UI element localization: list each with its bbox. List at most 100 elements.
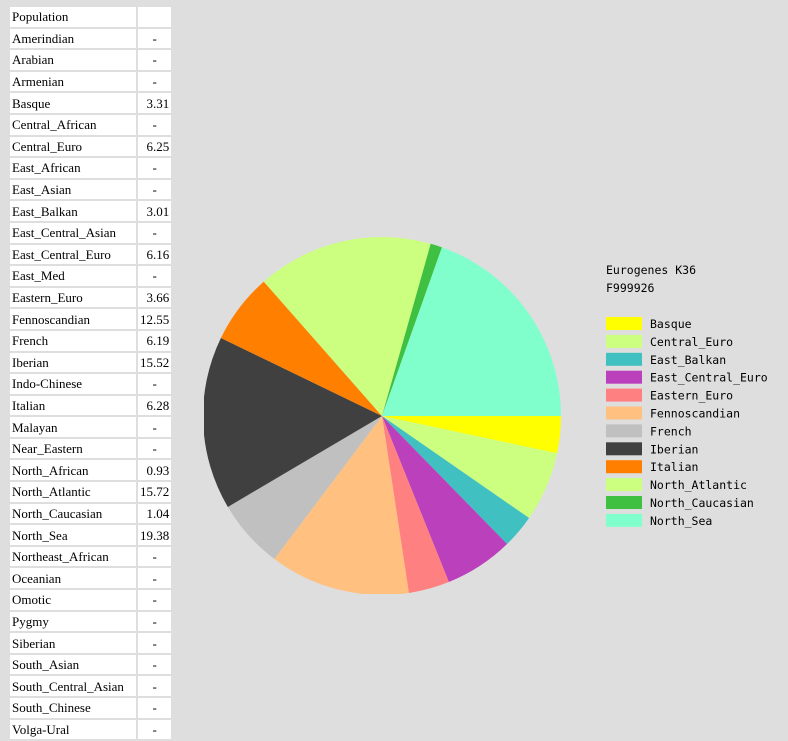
population-value: - bbox=[138, 28, 172, 49]
table-row: Eastern_Euro 3.66 bbox=[10, 287, 172, 308]
legend-label: Eastern_Euro bbox=[650, 389, 733, 403]
table-row: Italian 6.28 bbox=[10, 395, 172, 416]
population-name: North_African bbox=[10, 460, 136, 481]
pie-slices bbox=[204, 237, 561, 594]
table-row: Iberian 15.52 bbox=[10, 352, 172, 373]
header-population: Population bbox=[10, 7, 136, 27]
legend-label: Central_Euro bbox=[650, 335, 733, 349]
population-value: - bbox=[138, 676, 172, 696]
chart-legend: Basque Central_Euro East_Balkan East_Centra… bbox=[606, 317, 768, 528]
population-name: North_Sea bbox=[10, 525, 136, 545]
table-row: North_Sea 19.38 bbox=[10, 525, 172, 545]
chart-subtitle: F999926 bbox=[606, 281, 655, 295]
table-row: Armenian - bbox=[10, 71, 172, 92]
legend-swatch bbox=[606, 513, 642, 527]
table-row: South_Chinese - bbox=[10, 698, 172, 718]
population-value: - bbox=[138, 633, 172, 653]
table-row: North_African 0.93 bbox=[10, 460, 172, 481]
legend-swatch bbox=[606, 317, 642, 330]
population-value: - bbox=[138, 698, 172, 718]
table-row: Amerindian - bbox=[10, 28, 172, 49]
population-name: Amerindian bbox=[10, 28, 136, 49]
population-name: South_Asian bbox=[10, 654, 136, 675]
population-value: - bbox=[138, 719, 172, 740]
population-value: 6.16 bbox=[138, 244, 172, 265]
table-row: Near_Eastern - bbox=[10, 438, 172, 459]
population-name: Armenian bbox=[10, 71, 136, 92]
table-row: Central_Euro 6.25 bbox=[10, 136, 172, 157]
table-row: South_Central_Asian - bbox=[10, 676, 172, 696]
population-value: 19.38 bbox=[138, 525, 172, 545]
table-row: East_Med - bbox=[10, 266, 172, 286]
population-value: - bbox=[138, 611, 172, 632]
population-value: 0.93 bbox=[138, 460, 172, 481]
table-row: Volga-Ural - bbox=[10, 719, 172, 740]
legend-swatch bbox=[606, 352, 642, 366]
population-value: 6.25 bbox=[138, 136, 172, 157]
population-name: East_Balkan bbox=[10, 201, 136, 221]
legend-swatch bbox=[606, 496, 642, 509]
population-name: Pygmy bbox=[10, 611, 136, 632]
population-name: East_Asian bbox=[10, 179, 136, 200]
population-value: - bbox=[138, 71, 172, 92]
population-value: - bbox=[138, 417, 172, 437]
population-name: Eastern_Euro bbox=[10, 287, 136, 308]
population-name: Italian bbox=[10, 395, 136, 416]
population-value: 3.31 bbox=[138, 93, 172, 113]
population-value: - bbox=[138, 222, 172, 243]
population-name: Siberian bbox=[10, 633, 136, 653]
population-value: - bbox=[138, 374, 172, 394]
population-table: Population Amerindian - Arabian - Armenian - B… bbox=[8, 5, 173, 741]
population-value: - bbox=[138, 114, 172, 135]
table-row: Pygmy - bbox=[10, 611, 172, 632]
table-row: French 6.19 bbox=[10, 330, 172, 351]
legend-label: East_Central_Euro bbox=[650, 371, 768, 385]
table-row: Central_African - bbox=[10, 114, 172, 135]
table-row: Siberian - bbox=[10, 633, 172, 653]
population-name: East_Central_Euro bbox=[10, 244, 136, 265]
legend-swatch bbox=[606, 370, 642, 384]
population-name: Indo-Chinese bbox=[10, 374, 136, 394]
table-row: Northeast_African - bbox=[10, 546, 172, 567]
table-row: Indo-Chinese - bbox=[10, 374, 172, 394]
population-value: - bbox=[138, 590, 172, 610]
population-name: East_Med bbox=[10, 266, 136, 286]
population-name: South_Chinese bbox=[10, 698, 136, 718]
population-name: North_Caucasian bbox=[10, 503, 136, 524]
legend-swatch bbox=[606, 460, 642, 474]
legend-label: North_Sea bbox=[650, 514, 712, 528]
population-name: Volga-Ural bbox=[10, 719, 136, 740]
table-row: East_Central_Euro 6.16 bbox=[10, 244, 172, 265]
table-row: Basque 3.31 bbox=[10, 93, 172, 113]
population-value: - bbox=[138, 50, 172, 70]
legend-swatch bbox=[606, 334, 642, 348]
population-name: Fennoscandian bbox=[10, 309, 136, 329]
population-value: - bbox=[138, 568, 172, 589]
population-value: 12.55 bbox=[138, 309, 172, 329]
table-row: Omotic - bbox=[10, 590, 172, 610]
legend-swatch bbox=[606, 406, 642, 420]
table-row: South_Asian - bbox=[10, 654, 172, 675]
population-value: 15.52 bbox=[138, 352, 172, 373]
legend-swatch bbox=[606, 478, 642, 492]
population-value: 6.28 bbox=[138, 395, 172, 416]
population-name: East_Central_Asian bbox=[10, 222, 136, 243]
table-row: Oceanian - bbox=[10, 568, 172, 589]
legend-label: East_Balkan bbox=[650, 353, 726, 367]
population-name: East_African bbox=[10, 158, 136, 178]
population-name: Arabian bbox=[10, 50, 136, 70]
table-row: East_Asian - bbox=[10, 179, 172, 200]
population-name: Malayan bbox=[10, 417, 136, 437]
population-value: - bbox=[138, 179, 172, 200]
legend-label: Iberian bbox=[650, 442, 698, 456]
table-row: North_Caucasian 1.04 bbox=[10, 503, 172, 524]
legend-label: Fennoscandian bbox=[650, 407, 740, 421]
legend-swatch bbox=[606, 442, 642, 456]
population-name: Iberian bbox=[10, 352, 136, 373]
population-value: - bbox=[138, 266, 172, 286]
legend-label: French bbox=[650, 424, 692, 438]
legend-label: North_Caucasian bbox=[650, 496, 754, 510]
population-name: Northeast_African bbox=[10, 546, 136, 567]
population-name: Central_Euro bbox=[10, 136, 136, 157]
population-value: 3.01 bbox=[138, 201, 172, 221]
